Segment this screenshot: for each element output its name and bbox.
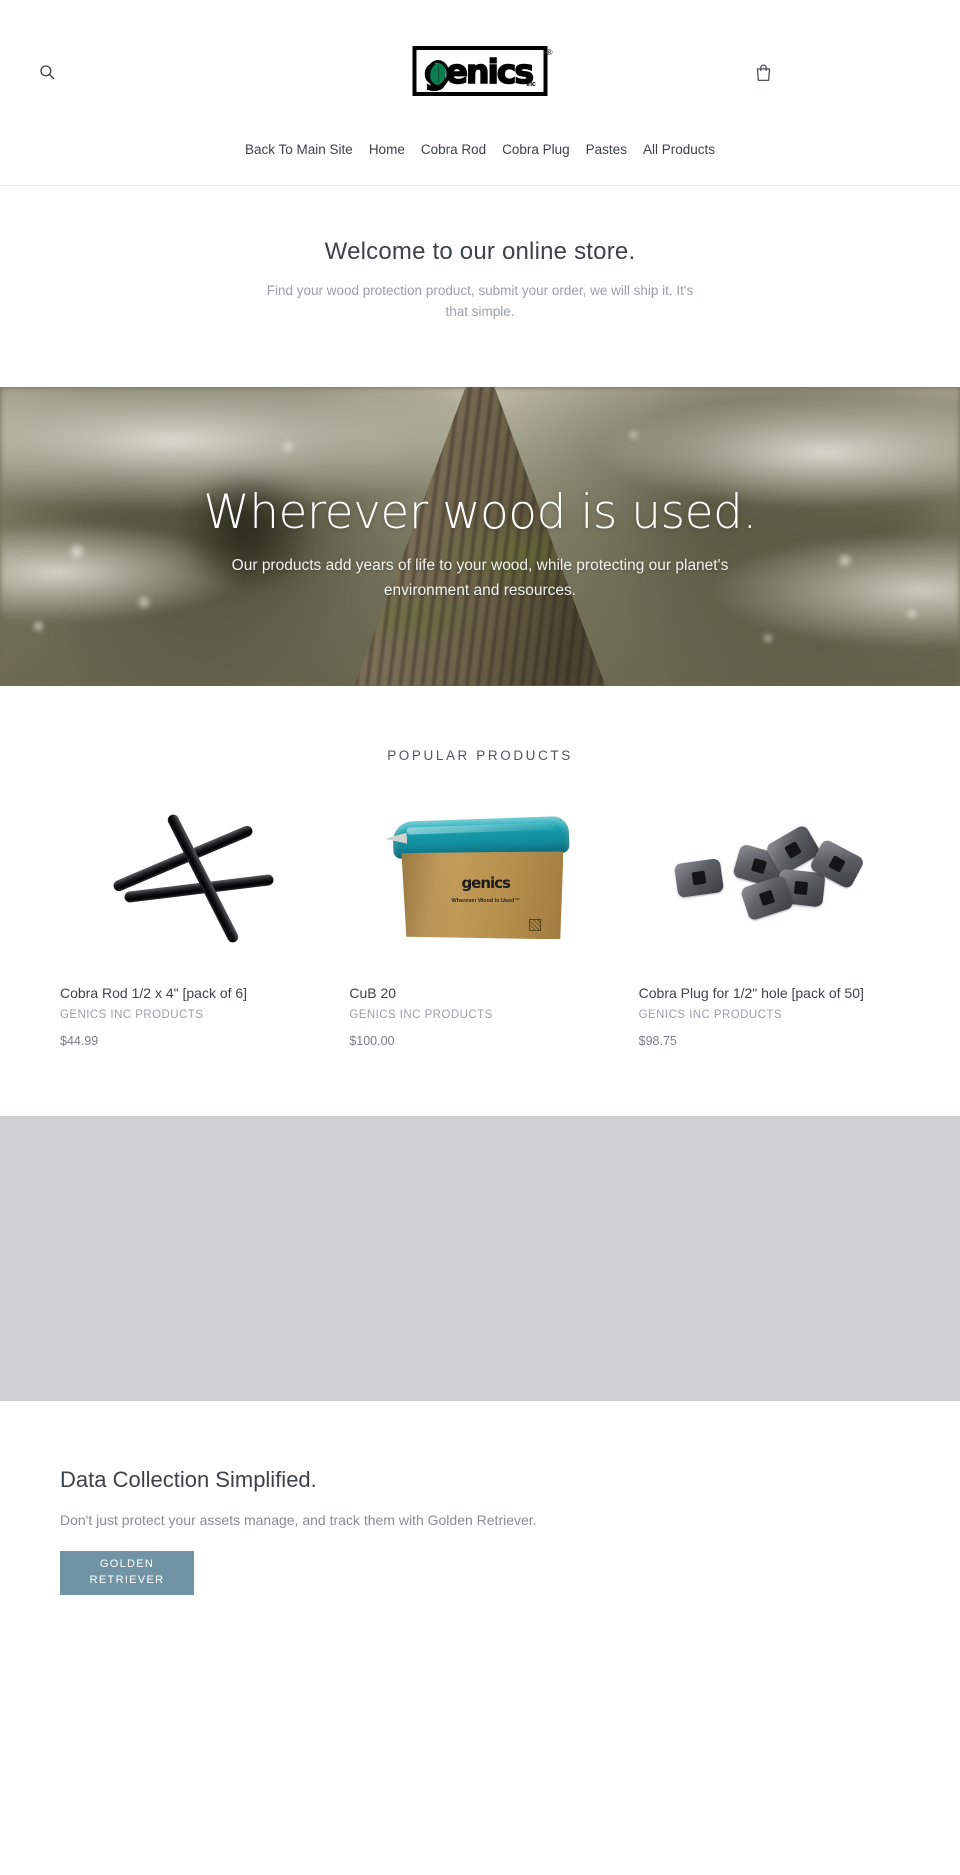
box-logo: genics [461, 874, 511, 893]
main-navigation: Back To Main Site Home Cobra Rod Cobra P… [0, 143, 960, 186]
media-placeholder-block [0, 1116, 960, 1402]
product-title: CuB 20 [349, 984, 397, 1001]
box-stamp-icon [528, 919, 541, 932]
nav-item-back-to-main-site[interactable]: Back To Main Site [237, 143, 361, 157]
product-price: $44.99 [60, 1034, 99, 1049]
cobra-rod-image[interactable] [60, 796, 322, 962]
plug-piece [740, 875, 795, 922]
search-icon[interactable] [33, 58, 61, 86]
box-tagline: Wherever Wood Is Used™ [451, 897, 520, 904]
product-vendor: GENICS INC PRODUCTS [638, 1009, 783, 1022]
product-card-cub-20[interactable]: genics Wherever Wood Is Used™ CuB 20 GEN… [349, 796, 611, 1049]
golden-retriever-button[interactable]: GOLDEN RETRIEVER [60, 1551, 194, 1596]
nav-item-cobra-plug[interactable]: Cobra Plug [494, 143, 578, 157]
plug-piece [674, 858, 725, 899]
cobra-plug-image[interactable] [638, 796, 900, 962]
data-collection-title: Data Collection Simplified. [60, 1467, 317, 1493]
product-title: Cobra Plug for 1/2" hole [pack of 50] [638, 984, 864, 1001]
product-title: Cobra Rod 1/2 x 4" [pack of 6] [60, 984, 248, 1001]
nav-item-cobra-rod[interactable]: Cobra Rod [413, 143, 494, 157]
hero-subtitle: Our products add years of life to your w… [231, 557, 729, 599]
site-header: genics inc ® [0, 0, 960, 143]
nav-item-home[interactable]: Home [361, 143, 413, 157]
product-vendor: GENICS INC PRODUCTS [349, 1009, 493, 1022]
hero-banner: Wherever wood is used. Our products add … [0, 386, 960, 686]
logo-registered-mark: ® [546, 48, 553, 57]
logo-g-ring [426, 60, 450, 88]
golden-retriever-button-line2: RETRIEVER [89, 1574, 165, 1587]
popular-products-heading: POPULAR PRODUCTS [387, 747, 573, 763]
site-logo[interactable]: genics inc ® [412, 46, 553, 96]
welcome-heading: Welcome to our online store. [324, 238, 636, 265]
product-card-cobra-plug[interactable]: Cobra Plug for 1/2" hole [pack of 50] GE… [638, 796, 900, 1049]
cardboard-box: genics Wherever Wood Is Used™ [401, 851, 564, 940]
data-collection-section: Data Collection Simplified. Don't just p… [0, 1401, 960, 1596]
nav-item-all-products[interactable]: All Products [635, 143, 723, 157]
logo-outline: genics inc ® [412, 46, 553, 96]
welcome-section: Welcome to our online store. Find your w… [0, 186, 960, 387]
popular-products-section: POPULAR PRODUCTS Cobra Rod 1/2 x 4" [pac… [0, 685, 960, 1049]
product-vendor: GENICS INC PRODUCTS [60, 1009, 204, 1022]
logo-inc-label: inc [526, 81, 536, 88]
nav-item-pastes[interactable]: Pastes [578, 143, 635, 157]
golden-retriever-button-line1: GOLDEN [99, 1558, 155, 1571]
shopping-bag-icon[interactable] [749, 58, 777, 86]
product-card-cobra-rod[interactable]: Cobra Rod 1/2 x 4" [pack of 6] GENICS IN… [60, 796, 322, 1049]
welcome-subheading: Find your wood protection product, submi… [266, 283, 694, 319]
cub-20-box-image[interactable]: genics Wherever Wood Is Used™ [349, 796, 611, 962]
product-price: $100.00 [349, 1034, 395, 1049]
hero-title: Wherever wood is used. [203, 484, 757, 540]
data-collection-subtitle: Don't just protect your assets manage, a… [60, 1512, 537, 1529]
product-price: $98.75 [638, 1034, 677, 1049]
product-grid: Cobra Rod 1/2 x 4" [pack of 6] GENICS IN… [0, 796, 960, 1049]
